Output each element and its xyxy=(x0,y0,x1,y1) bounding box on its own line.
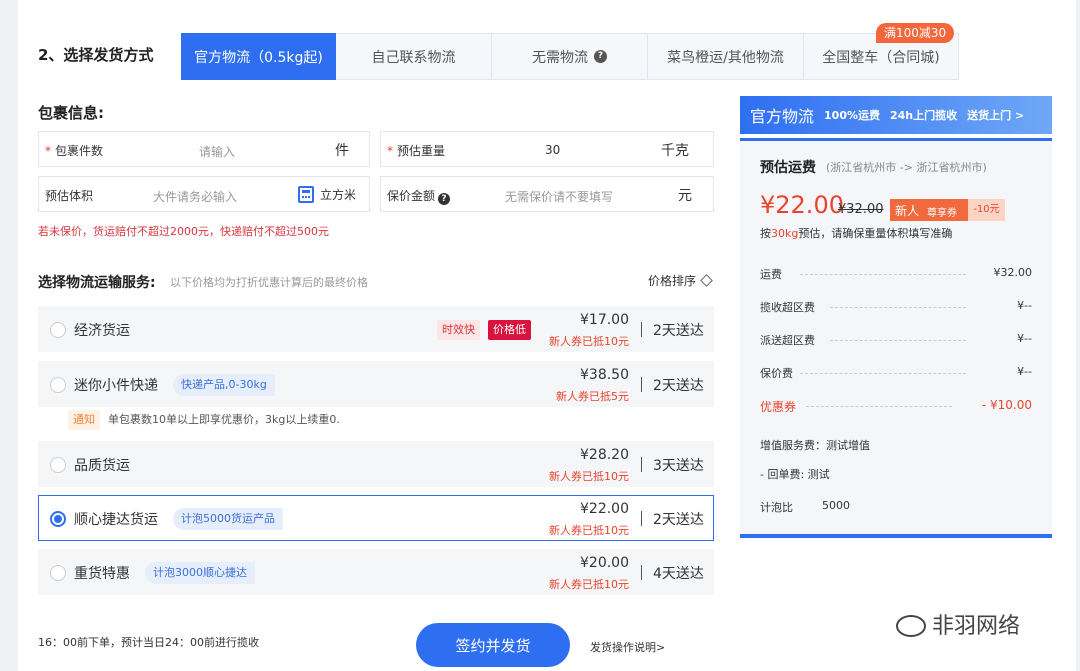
service-title: 选择物流运输服务: xyxy=(38,275,156,291)
fee-row: 保价费 ¥-- xyxy=(760,365,1032,380)
tab-self-contact[interactable]: 自己联系物流 xyxy=(336,33,492,80)
official-logistics-banner: 官方物流 100%运费 24h上门揽收 送货上门 > xyxy=(740,96,1052,134)
package-info-title: 包裹信息: xyxy=(38,104,104,122)
bubble-label: 计泡比 xyxy=(760,501,793,514)
sign-and-ship-button[interactable]: 签约并发货 xyxy=(416,623,570,667)
service-row-quality[interactable]: 品质货运 ¥28.20 新人券已抵10元 3天送达 xyxy=(38,441,714,487)
fast-tag: 时效快 xyxy=(437,320,480,340)
tab-official-logistics[interactable]: 官方物流（0.5kg起) xyxy=(181,33,336,80)
product-chip: 计泡5000货运产品 xyxy=(173,508,283,530)
estimate-price: ¥22.00 xyxy=(760,191,844,219)
delivery-link[interactable]: 送货上门 > xyxy=(967,107,1024,123)
new-user-coupon: 新人 尊享券 -10元 xyxy=(890,199,1005,221)
radio-button[interactable] xyxy=(50,457,66,473)
tab-no-logistics[interactable]: 无需物流? xyxy=(492,33,648,80)
fee-row: 运费 ¥32.00 xyxy=(760,266,1032,281)
help-icon[interactable]: ? xyxy=(438,193,451,205)
section-title: 2、选择发货方式 xyxy=(38,46,154,64)
estimate-title: 预估运费 xyxy=(760,160,816,176)
bubble-value: 5000 xyxy=(822,499,850,512)
volume-input[interactable]: 大件请务必输入 xyxy=(153,188,237,205)
insure-field[interactable]: 保价金额? 无需保价请不要填写 元 xyxy=(380,176,714,212)
promo-badge: 满100减30 xyxy=(876,23,955,43)
shipping-method-tabs: 官方物流（0.5kg起) 自己联系物流 无需物流? 菜鸟橙运/其他物流 全国整车… xyxy=(181,33,959,80)
help-icon[interactable]: ? xyxy=(594,50,607,63)
insurance-warning: 若未保价，货运赔付不超过2000元，快递赔付不超过500元 xyxy=(38,225,329,238)
calculator-icon[interactable] xyxy=(298,186,314,203)
service-row-economy[interactable]: 经济货运 时效快 价格低 ¥17.00 新人券已抵10元 2天送达 xyxy=(38,306,714,352)
wechat-icon xyxy=(896,615,926,637)
tab-cainiao[interactable]: 菜鸟橙运/其他物流 xyxy=(648,33,804,80)
radio-button[interactable] xyxy=(50,511,66,527)
radio-button[interactable] xyxy=(50,565,66,581)
service-row-shunxin[interactable]: 顺心捷达货运 计泡5000货运产品 ¥22.00 新人券已抵10元 2天送达 xyxy=(38,495,714,541)
fee-row-coupon: 优惠券 - ¥10.00 xyxy=(760,398,1032,414)
product-chip: 快递产品,0-30kg xyxy=(173,374,275,396)
route-text: (浙江省杭州市 -> 浙江省杭州市) xyxy=(826,161,987,174)
fee-row: 派送超区费 ¥-- xyxy=(760,332,1032,347)
radio-button[interactable] xyxy=(50,322,66,338)
insure-input[interactable]: 无需保价请不要填写 xyxy=(505,188,613,205)
package-count-input[interactable]: 请输入 xyxy=(199,143,235,160)
price-sort-button[interactable]: 价格排序 xyxy=(648,272,713,289)
low-price-tag: 价格低 xyxy=(488,320,531,340)
volume-field[interactable]: 预估体积 大件请务必输入 立方米 xyxy=(38,176,370,212)
fee-row: 揽收超区费 ¥-- xyxy=(760,299,1032,314)
pickup-note: 16：00前下单，预计当日24：00前进行揽收 xyxy=(38,636,259,649)
radio-button[interactable] xyxy=(50,377,66,393)
product-chip: 计泡3000顺心捷达 xyxy=(145,562,255,584)
service-row-heavy[interactable]: 重货特惠 计泡3000顺心捷达 ¥20.00 新人券已抵10元 4天送达 xyxy=(38,549,714,595)
service-row-mini-express[interactable]: 迷你小件快递 快递产品,0-30kg ¥38.50 新人券已抵5元 2天送达 xyxy=(38,361,714,407)
addon-title: 增值服务费：测试增值 xyxy=(760,439,870,452)
calc-note: 按30kg预估，请确保重量体积填写准确 xyxy=(760,227,953,240)
weight-field[interactable]: * 预估重量 30 千克 xyxy=(380,131,714,167)
original-price: ¥32.00 xyxy=(838,202,884,217)
sort-icon xyxy=(700,274,713,287)
estimate-panel: 预估运费 (浙江省杭州市 -> 浙江省杭州市) ¥22.00 ¥32.00 新人… xyxy=(740,138,1052,538)
shipping-guide-link[interactable]: 发货操作说明> xyxy=(590,639,665,655)
service-note: 以下价格均为打折优惠计算后的最终价格 xyxy=(170,276,368,289)
package-count-field[interactable]: * 包裹件数 请输入 件 xyxy=(38,131,370,167)
weight-input[interactable]: 30 xyxy=(545,143,560,157)
notice-tag: 通知 xyxy=(68,410,100,430)
notice-bar: 通知 单包裹数10单以上即享优惠价，3kg以上续重0. xyxy=(68,410,340,430)
watermark: 非羽网络 xyxy=(896,608,1020,640)
addon-item: - 回单费: 测试 xyxy=(760,468,830,481)
